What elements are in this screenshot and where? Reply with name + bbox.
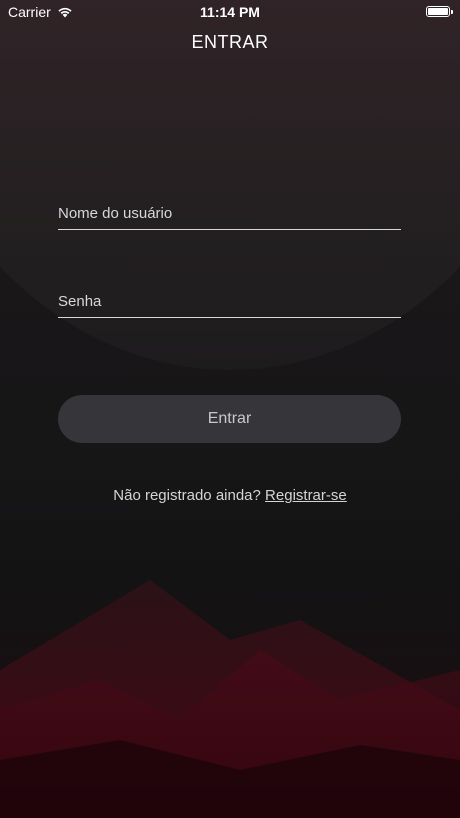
mountains-background (0, 580, 460, 818)
password-field (58, 282, 401, 318)
password-input[interactable] (58, 282, 401, 317)
register-link[interactable]: Registrar-se (265, 487, 347, 504)
login-button[interactable]: Entrar (58, 395, 401, 443)
register-prompt: Não registrado ainda? Registrar-se (0, 487, 460, 504)
status-bar: Carrier 11:14 PM (0, 0, 460, 24)
username-input[interactable] (58, 194, 401, 229)
battery-icon (426, 6, 453, 17)
username-field (58, 194, 401, 230)
register-prompt-text: Não registrado ainda? (113, 487, 261, 504)
status-time: 11:14 PM (200, 4, 260, 20)
page-title: ENTRAR (191, 32, 269, 52)
login-screen: Carrier 11:14 PM ENTRAR Entrar Não regis… (0, 0, 460, 818)
